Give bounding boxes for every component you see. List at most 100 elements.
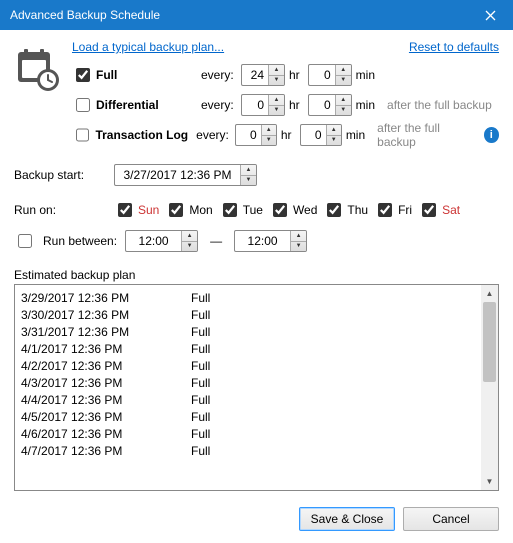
- day-label: Mon: [189, 203, 212, 217]
- day-checkbox-tue[interactable]: [223, 203, 237, 217]
- day-thu[interactable]: Thu: [323, 200, 368, 220]
- load-typical-plan-link[interactable]: Load a typical backup plan...: [72, 40, 224, 54]
- list-item[interactable]: 4/4/2017 12:36 PMFull: [15, 391, 481, 408]
- list-item[interactable]: 4/2/2017 12:36 PMFull: [15, 357, 481, 374]
- plan-type: Full: [191, 291, 210, 305]
- plan-time: 4/1/2017 12:36 PM: [21, 342, 191, 356]
- list-item[interactable]: 3/31/2017 12:36 PMFull: [15, 323, 481, 340]
- list-item[interactable]: 4/7/2017 12:36 PMFull: [15, 442, 481, 459]
- plan-type: Full: [191, 427, 210, 441]
- diff-min-value[interactable]: 0: [309, 95, 335, 115]
- day-label: Tue: [243, 203, 263, 217]
- estimated-plan-label: Estimated backup plan: [14, 268, 499, 282]
- run-between-to-value[interactable]: 12:00 PM: [235, 231, 290, 251]
- stepper-up-icon[interactable]: ▲: [182, 231, 197, 242]
- day-checkbox-mon[interactable]: [169, 203, 183, 217]
- backup-start-value[interactable]: 3/27/2017 12:36 PM: [115, 165, 240, 185]
- list-item[interactable]: 4/1/2017 12:36 PMFull: [15, 340, 481, 357]
- dialog-footer: Save & Close Cancel: [0, 501, 513, 543]
- day-checkbox-sat[interactable]: [422, 203, 436, 217]
- full-hr-value[interactable]: 24: [242, 65, 268, 85]
- plan-time: 4/6/2017 12:36 PM: [21, 427, 191, 441]
- stepper-down-icon[interactable]: ▼: [291, 242, 306, 252]
- scroll-down-icon[interactable]: ▼: [481, 473, 498, 490]
- stepper-down-icon[interactable]: ▼: [269, 76, 284, 86]
- txlog-min-value[interactable]: 0: [301, 125, 326, 145]
- list-item[interactable]: 3/29/2017 12:36 PMFull: [15, 289, 481, 306]
- reset-defaults-link[interactable]: Reset to defaults: [409, 40, 499, 54]
- stepper-down-icon[interactable]: ▼: [269, 106, 284, 116]
- txlog-min-stepper[interactable]: 0 ▲▼: [300, 124, 342, 146]
- backup-start-row: Backup start: 3/27/2017 12:36 PM ▲▼: [14, 164, 499, 186]
- plan-time: 4/7/2017 12:36 PM: [21, 444, 191, 458]
- stepper-up-icon[interactable]: ▲: [269, 65, 284, 76]
- stepper-up-icon[interactable]: ▲: [269, 95, 284, 106]
- list-item[interactable]: 4/3/2017 12:36 PMFull: [15, 374, 481, 391]
- day-checkbox-thu[interactable]: [327, 203, 341, 217]
- day-checkbox-wed[interactable]: [273, 203, 287, 217]
- stepper-up-icon[interactable]: ▲: [327, 125, 341, 136]
- close-button[interactable]: [468, 0, 513, 30]
- run-between-from-value[interactable]: 12:00 PM: [126, 231, 181, 251]
- dash-label: —: [210, 234, 222, 248]
- run-between-row: Run between: 12:00 PM ▲▼ — 12:00 PM ▲▼: [14, 230, 499, 252]
- stepper-down-icon[interactable]: ▼: [182, 242, 197, 252]
- day-fri[interactable]: Fri: [374, 200, 412, 220]
- differential-checkbox[interactable]: [76, 98, 90, 112]
- plan-type: Full: [191, 444, 210, 458]
- info-icon[interactable]: i: [484, 127, 499, 143]
- stepper-up-icon[interactable]: ▲: [336, 65, 351, 76]
- day-sun[interactable]: Sun: [114, 200, 159, 220]
- stepper-down-icon[interactable]: ▼: [241, 176, 256, 186]
- stepper-up-icon[interactable]: ▲: [262, 125, 276, 136]
- run-between-from-input[interactable]: 12:00 PM ▲▼: [125, 230, 198, 252]
- day-label: Sun: [138, 203, 159, 217]
- list-item[interactable]: 3/30/2017 12:36 PMFull: [15, 306, 481, 323]
- run-between-to-input[interactable]: 12:00 PM ▲▼: [234, 230, 307, 252]
- txlog-hr-value[interactable]: 0: [236, 125, 261, 145]
- cancel-button[interactable]: Cancel: [403, 507, 499, 531]
- day-tue[interactable]: Tue: [219, 200, 263, 220]
- scroll-up-icon[interactable]: ▲: [481, 285, 498, 302]
- day-label: Thu: [347, 203, 368, 217]
- plan-time: 4/4/2017 12:36 PM: [21, 393, 191, 407]
- day-mon[interactable]: Mon: [165, 200, 212, 220]
- stepper-down-icon[interactable]: ▼: [327, 136, 341, 146]
- scroll-track[interactable]: [481, 302, 498, 473]
- stepper-down-icon[interactable]: ▼: [262, 136, 276, 146]
- plan-time: 3/29/2017 12:36 PM: [21, 291, 191, 305]
- backup-start-label: Backup start:: [14, 168, 114, 182]
- scroll-thumb[interactable]: [483, 302, 496, 382]
- stepper-down-icon[interactable]: ▼: [336, 76, 351, 86]
- day-label: Fri: [398, 203, 412, 217]
- stepper-up-icon[interactable]: ▲: [241, 165, 256, 176]
- day-label: Wed: [293, 203, 317, 217]
- full-checkbox[interactable]: [76, 68, 90, 82]
- run-between-checkbox[interactable]: [18, 234, 32, 248]
- day-wed[interactable]: Wed: [269, 200, 317, 220]
- stepper-up-icon[interactable]: ▲: [336, 95, 351, 106]
- list-item[interactable]: 4/6/2017 12:36 PMFull: [15, 425, 481, 442]
- plan-time: 4/2/2017 12:36 PM: [21, 359, 191, 373]
- diff-min-stepper[interactable]: 0 ▲▼: [308, 94, 352, 116]
- plan-time: 3/31/2017 12:36 PM: [21, 325, 191, 339]
- backup-start-input[interactable]: 3/27/2017 12:36 PM ▲▼: [114, 164, 257, 186]
- title-bar: Advanced Backup Schedule: [0, 0, 513, 30]
- save-close-button[interactable]: Save & Close: [299, 507, 395, 531]
- txlog-checkbox[interactable]: [76, 128, 89, 142]
- txlog-hr-stepper[interactable]: 0 ▲▼: [235, 124, 277, 146]
- diff-hr-value[interactable]: 0: [242, 95, 268, 115]
- min-unit: min: [356, 68, 375, 82]
- full-min-stepper[interactable]: 0 ▲▼: [308, 64, 352, 86]
- stepper-down-icon[interactable]: ▼: [336, 106, 351, 116]
- full-hr-stepper[interactable]: 24 ▲▼: [241, 64, 285, 86]
- full-min-value[interactable]: 0: [309, 65, 335, 85]
- day-sat[interactable]: Sat: [418, 200, 460, 220]
- day-checkbox-sun[interactable]: [118, 203, 132, 217]
- scrollbar[interactable]: ▲ ▼: [481, 285, 498, 490]
- day-checkbox-fri[interactable]: [378, 203, 392, 217]
- list-item[interactable]: 4/5/2017 12:36 PMFull: [15, 408, 481, 425]
- diff-hr-stepper[interactable]: 0 ▲▼: [241, 94, 285, 116]
- hr-unit: hr: [281, 128, 292, 142]
- stepper-up-icon[interactable]: ▲: [291, 231, 306, 242]
